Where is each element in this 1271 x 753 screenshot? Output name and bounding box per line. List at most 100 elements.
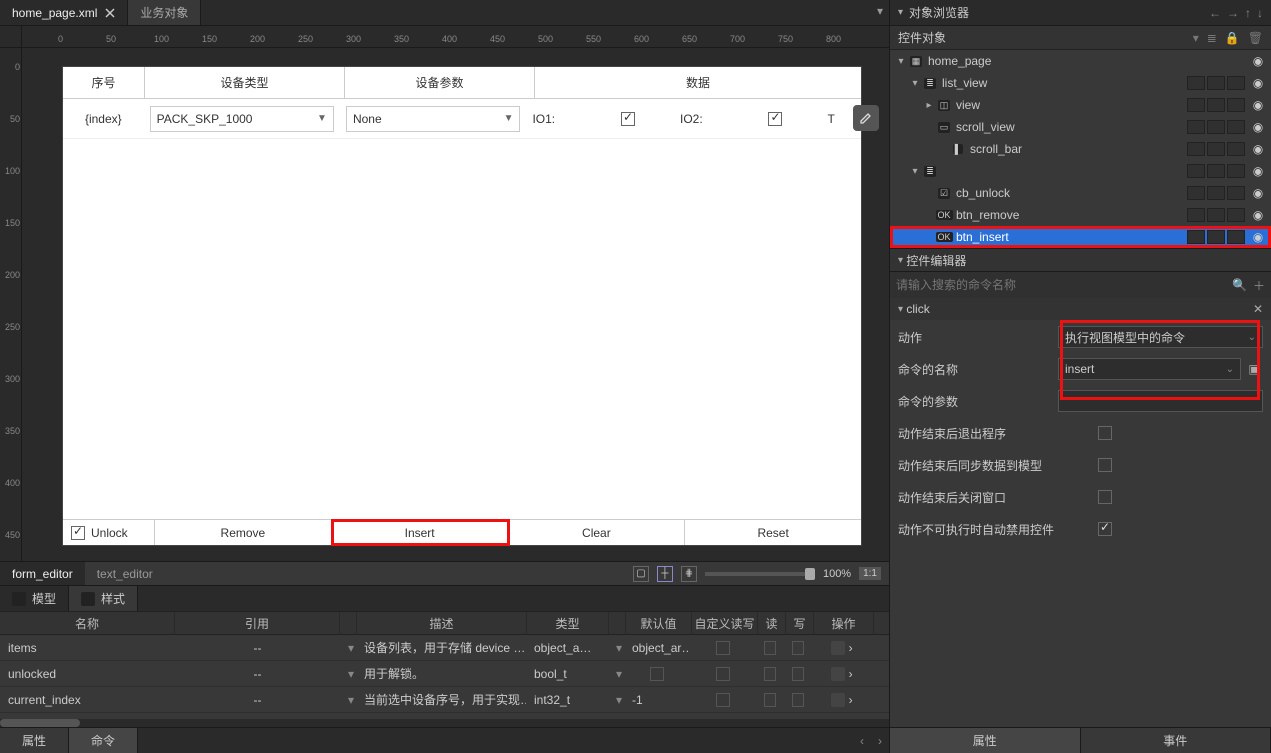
read-checkbox[interactable] xyxy=(764,667,776,681)
device-type-dropdown[interactable]: PACK_SKP_1000▼ xyxy=(150,106,334,132)
clear-button[interactable]: Clear xyxy=(509,520,686,545)
color-slot[interactable] xyxy=(1207,186,1225,200)
filter-icon[interactable]: ▾ xyxy=(1193,31,1199,45)
duplicate-icon[interactable] xyxy=(831,641,845,655)
search-icon[interactable]: 🔍 xyxy=(1232,278,1247,292)
eye-icon[interactable]: ◉ xyxy=(1249,186,1267,200)
custom-checkbox[interactable] xyxy=(716,641,730,655)
read-checkbox[interactable] xyxy=(764,641,776,655)
default-checkbox[interactable] xyxy=(650,667,664,681)
close-icon[interactable] xyxy=(105,8,115,18)
list-icon[interactable]: ≣ xyxy=(1207,31,1217,45)
more-icon[interactable]: › xyxy=(849,667,853,681)
color-slot[interactable] xyxy=(1207,76,1225,90)
eye-icon[interactable]: ◉ xyxy=(1249,208,1267,222)
color-slot[interactable] xyxy=(1187,230,1205,244)
tree-item-home_page[interactable]: ▾▦home_page◉ xyxy=(890,50,1271,72)
color-slot[interactable] xyxy=(1187,76,1205,90)
events-tab[interactable]: 事件 xyxy=(1081,728,1271,753)
color-slot[interactable] xyxy=(1207,164,1225,178)
chevron-down-icon[interactable]: ▾ xyxy=(340,667,356,681)
grid-icon[interactable]: ⋕ xyxy=(681,566,697,582)
insert-button[interactable]: Insert xyxy=(332,520,509,545)
tree-item-btn_remove[interactable]: OKbtn_remove◉ xyxy=(890,204,1271,226)
color-slot[interactable] xyxy=(1227,142,1245,156)
tree-item-list_view[interactable]: ▾≣list_view◉ xyxy=(890,72,1271,94)
next-tab-icon[interactable]: › xyxy=(871,728,889,753)
color-slot[interactable] xyxy=(1227,186,1245,200)
triangle-down-icon[interactable]: ▾ xyxy=(898,7,903,18)
custom-checkbox[interactable] xyxy=(716,693,730,707)
eye-icon[interactable]: ◉ xyxy=(1249,142,1267,156)
trash-icon[interactable]: 🗑 xyxy=(1248,31,1263,45)
color-slot[interactable] xyxy=(1207,120,1225,134)
zoom-reset-button[interactable]: 1:1 xyxy=(859,567,881,580)
text-editor-tab[interactable]: text_editor xyxy=(85,562,165,585)
table-row[interactable]: unlocked -- ▾ 用于解锁。 bool_t ▾ › xyxy=(0,661,889,687)
color-slot[interactable] xyxy=(1227,98,1245,112)
search-input[interactable] xyxy=(896,278,1226,292)
tree-item-unnamed[interactable]: ▾≣◉ xyxy=(890,160,1271,182)
eye-icon[interactable]: ◉ xyxy=(1249,54,1267,68)
tabs-overflow-caret[interactable]: ▾ xyxy=(871,0,889,25)
table-row[interactable]: items -- ▾ 设备列表，用于存储 device … object_a… … xyxy=(0,635,889,661)
tree-expand-icon[interactable]: ▾ xyxy=(908,78,922,89)
auto-disable-checkbox[interactable] xyxy=(1098,522,1112,536)
tree-item-scroll_view[interactable]: ▭scroll_view◉ xyxy=(890,116,1271,138)
tab-business-object[interactable]: 业务对象 xyxy=(128,0,201,25)
more-icon[interactable]: › xyxy=(849,641,853,655)
model-tab[interactable]: 模型 xyxy=(0,586,69,611)
table-row[interactable]: current_index -- ▾ 当前选中设备序号，用于实现… int32_… xyxy=(0,687,889,713)
event-click-header[interactable]: ▾ click ✕ xyxy=(890,298,1271,320)
reset-button[interactable]: Reset xyxy=(685,520,861,545)
design-canvas[interactable]: 序号 设备类型 设备参数 数据 {index} PACK_SKP_1000▼ N… xyxy=(22,48,889,561)
write-checkbox[interactable] xyxy=(792,667,804,681)
read-checkbox[interactable] xyxy=(764,693,776,707)
nav-forward-icon[interactable]: → xyxy=(1227,6,1239,20)
chevron-down-icon[interactable]: ▾ xyxy=(608,641,624,655)
write-checkbox[interactable] xyxy=(792,641,804,655)
tree-item-scroll_bar[interactable]: ▌scroll_bar◉ xyxy=(890,138,1271,160)
color-slot[interactable] xyxy=(1227,230,1245,244)
eye-icon[interactable]: ◉ xyxy=(1249,98,1267,112)
command-name-select[interactable]: insert⌄ xyxy=(1058,358,1241,380)
color-slot[interactable] xyxy=(1207,208,1225,222)
custom-checkbox[interactable] xyxy=(716,667,730,681)
color-slot[interactable] xyxy=(1207,142,1225,156)
action-select[interactable]: 执行视图模型中的命令⌄ xyxy=(1058,326,1263,348)
color-slot[interactable] xyxy=(1207,230,1225,244)
io1-checkbox[interactable] xyxy=(621,112,635,126)
color-slot[interactable] xyxy=(1187,120,1205,134)
color-slot[interactable] xyxy=(1187,142,1205,156)
command-args-input[interactable] xyxy=(1058,390,1263,412)
nav-back-icon[interactable]: ← xyxy=(1209,6,1221,20)
crosshair-icon[interactable]: ┼ xyxy=(657,566,673,582)
form-editor-tab[interactable]: form_editor xyxy=(0,562,85,585)
eye-icon[interactable]: ◉ xyxy=(1249,230,1267,244)
list-item[interactable]: {index} PACK_SKP_1000▼ None▼ IO1: IO2: T xyxy=(63,99,861,139)
close-after-checkbox[interactable] xyxy=(1098,490,1112,504)
color-slot[interactable] xyxy=(1207,98,1225,112)
eye-icon[interactable]: ◉ xyxy=(1249,120,1267,134)
color-slot[interactable] xyxy=(1187,186,1205,200)
prev-tab-icon[interactable]: ‹ xyxy=(853,728,871,753)
chevron-down-icon[interactable]: ▾ xyxy=(608,693,624,707)
tree-item-cb_unlock[interactable]: ☑cb_unlock◉ xyxy=(890,182,1271,204)
style-tab[interactable]: 样式 xyxy=(69,586,138,611)
model-table-hscroll[interactable] xyxy=(0,719,889,727)
write-checkbox[interactable] xyxy=(792,693,804,707)
edit-page-icon[interactable] xyxy=(853,105,879,131)
color-slot[interactable] xyxy=(1227,76,1245,90)
color-slot[interactable] xyxy=(1227,164,1245,178)
add-icon[interactable]: ＋ xyxy=(1253,277,1265,294)
tree-item-btn_insert[interactable]: OKbtn_insert◉ xyxy=(890,226,1271,248)
triangle-down-icon[interactable]: ▾ xyxy=(898,255,903,266)
tree-expand-icon[interactable]: ▾ xyxy=(908,166,922,177)
color-slot[interactable] xyxy=(1227,208,1245,222)
more-icon[interactable]: › xyxy=(849,693,853,707)
chevron-down-icon[interactable]: ▾ xyxy=(608,667,624,681)
nav-down-icon[interactable]: ↓ xyxy=(1257,6,1263,20)
color-slot[interactable] xyxy=(1187,208,1205,222)
eye-icon[interactable]: ◉ xyxy=(1249,76,1267,90)
color-slot[interactable] xyxy=(1187,164,1205,178)
